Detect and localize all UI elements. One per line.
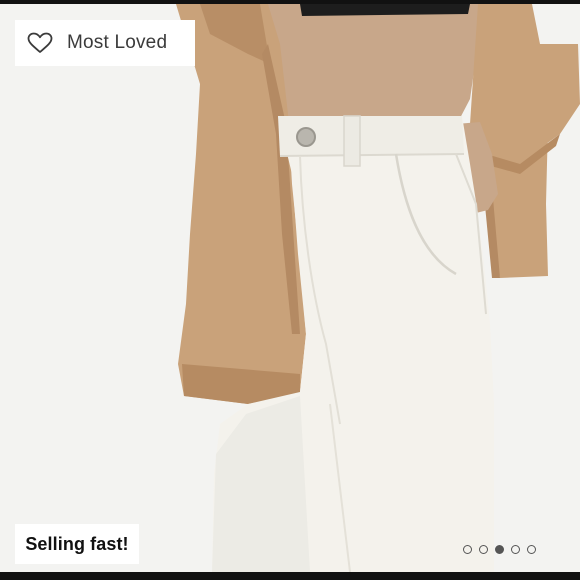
most-loved-badge: Most Loved — [15, 20, 195, 66]
carousel-indicator — [463, 545, 536, 554]
carousel-dot[interactable] — [479, 545, 488, 554]
torso — [262, 4, 480, 124]
product-image-frame[interactable]: Most Loved Selling fast! — [0, 4, 580, 572]
carousel-dot[interactable] — [463, 545, 472, 554]
selling-fast-badge: Selling fast! — [15, 524, 139, 564]
carousel-dot[interactable] — [527, 545, 536, 554]
carousel-dot[interactable] — [511, 545, 520, 554]
jeans-button — [296, 127, 316, 147]
product-photo — [0, 4, 580, 572]
most-loved-label: Most Loved — [67, 32, 168, 53]
selling-fast-label: Selling fast! — [25, 533, 129, 554]
heart-outline-icon — [27, 32, 53, 53]
carousel-dot-active[interactable] — [495, 545, 504, 554]
